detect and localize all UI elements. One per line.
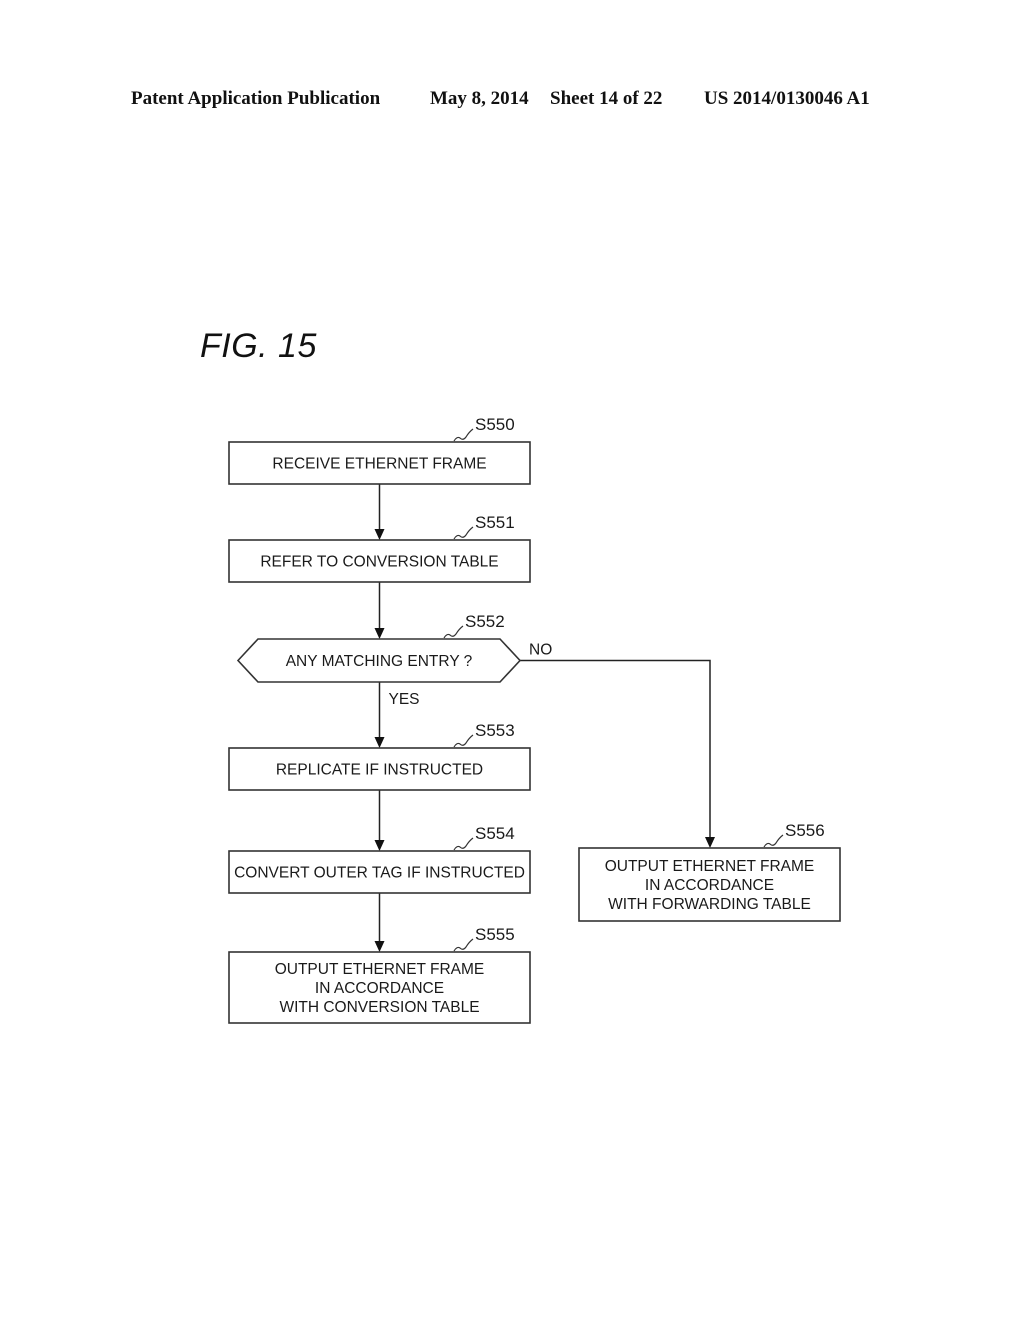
- arrowhead-icon: [374, 737, 385, 748]
- leader-squiggle-icon: [453, 837, 474, 851]
- leader-squiggle-icon: [453, 428, 474, 442]
- leader-squiggle-icon: [763, 834, 784, 848]
- step-text: IN ACCORDANCE: [645, 877, 774, 894]
- step-text: CONVERT OUTER TAG IF INSTRUCTED: [234, 865, 525, 882]
- leader-squiggle-icon: [443, 625, 464, 639]
- arrowhead-icon: [374, 941, 385, 952]
- leader-squiggle-icon: [453, 526, 474, 540]
- step-text: RECEIVE ETHERNET FRAME: [272, 456, 486, 473]
- step-id-label: S551: [475, 513, 515, 532]
- step-id-label: S555: [475, 925, 515, 944]
- step-text: REPLICATE IF INSTRUCTED: [276, 762, 483, 779]
- flow-step-s550: RECEIVE ETHERNET FRAME S550: [228, 415, 531, 485]
- step-id-label: S552: [465, 612, 505, 631]
- arrowhead-icon: [374, 628, 385, 639]
- step-text: ANY MATCHING ENTRY ?: [286, 653, 473, 670]
- step-text: WITH FORWARDING TABLE: [608, 896, 811, 913]
- leader-squiggle-icon: [453, 938, 474, 952]
- step-text: WITH CONVERSION TABLE: [279, 999, 479, 1016]
- branch-label-no: NO: [529, 642, 552, 659]
- step-text: REFER TO CONVERSION TABLE: [260, 554, 498, 571]
- step-text: IN ACCORDANCE: [315, 980, 444, 997]
- arrowhead-icon: [374, 529, 385, 540]
- step-text: OUTPUT ETHERNET FRAME: [275, 961, 485, 978]
- step-id-label: S556: [785, 821, 825, 840]
- step-id-label: S550: [475, 415, 515, 434]
- arrowhead-icon: [705, 837, 715, 848]
- step-id-label: S553: [475, 721, 515, 740]
- step-text: OUTPUT ETHERNET FRAME: [605, 858, 815, 875]
- flowchart: RECEIVE ETHERNET FRAME S550 REFER TO CONVE…: [228, 415, 841, 1024]
- step-id-label: S554: [475, 824, 515, 843]
- flowchart-nodes: RECEIVE ETHERNET FRAME S550 REFER TO CONVE…: [228, 415, 841, 1024]
- branch-label-yes: YES: [389, 691, 420, 708]
- leader-squiggle-icon: [453, 734, 474, 748]
- arrowhead-icon: [374, 840, 385, 851]
- edge-s552-s556-no: [520, 659, 711, 838]
